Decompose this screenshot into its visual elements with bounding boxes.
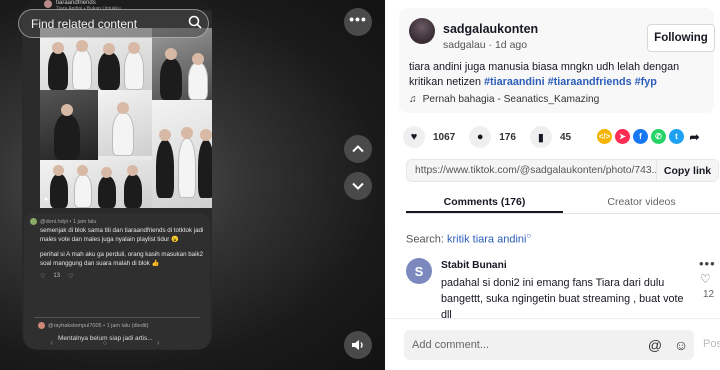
embedded-comment-screenshot: @doni.hdyt • 1 jam lalu semenjak di blok…: [24, 213, 210, 349]
add-comment-placeholder: Add comment...: [412, 339, 490, 351]
embedded-comment-avatar: [30, 218, 37, 225]
link-row: https://www.tiktok.com/@sadgalaukonten/p…: [406, 159, 719, 182]
comment-count: 176: [499, 131, 516, 143]
whatsapp-icon[interactable]: ✆: [651, 129, 666, 144]
embedded-avatar: [44, 0, 52, 8]
photo-collage: ●: [40, 28, 212, 208]
twitter-icon[interactable]: t: [669, 129, 684, 144]
embedded-dislike-icon: ♡: [68, 273, 74, 280]
comment-search-suggestion[interactable]: Search: kritik tiara andini○: [406, 231, 531, 246]
bookmark-icon: ▮: [529, 126, 552, 148]
more-icon: •••: [349, 11, 367, 27]
post-link[interactable]: https://www.tiktok.com/@sadgalaukonten/p…: [407, 165, 656, 176]
previous-post-button[interactable]: [344, 135, 372, 163]
author-meta: sadgalau · 1d ago: [443, 39, 527, 51]
post-caption: tiara andini juga manusia biasa mngkn ud…: [409, 60, 709, 90]
music-title: Pernah bahagia - Seanatics_Kamazing: [422, 94, 600, 105]
commenter-name[interactable]: Stabit Bunani: [441, 260, 507, 271]
copy-link-button[interactable]: Copy link: [656, 160, 718, 181]
share-arrow-icon[interactable]: ➦: [687, 129, 702, 144]
comment-composer: Add comment... @ ☺ Post: [385, 318, 720, 370]
save-button[interactable]: ▮ 45: [529, 126, 572, 148]
tab-comments[interactable]: Comments (176): [406, 190, 563, 213]
save-count: 45: [559, 131, 572, 143]
embedded-nav-bar: ‹ ○ ›: [50, 340, 184, 347]
emoji-icon[interactable]: ☺: [668, 337, 694, 353]
author-handle[interactable]: sadgalau: [443, 39, 486, 51]
search-icon: ○: [526, 231, 532, 240]
person-icon: ●: [44, 196, 49, 203]
more-options-button[interactable]: •••: [344, 8, 372, 36]
heart-icon: ♥: [403, 126, 425, 148]
embedded-comment-text-2: perihal si A mah aku ga perduli, orang k…: [40, 251, 204, 267]
embed-icon[interactable]: </>: [597, 129, 612, 144]
next-post-button[interactable]: [344, 172, 372, 200]
comment-text: padahal si doni2 ini emang fans Tiara da…: [441, 277, 684, 321]
tab-creator-videos[interactable]: Creator videos: [563, 190, 720, 213]
action-bar: ♥ 1067 ● 176 ▮ 45: [403, 126, 585, 148]
embedded-comment-user: @doni.hdyt • 1 jam lalu: [40, 218, 97, 225]
search-icon[interactable]: [182, 15, 208, 32]
add-comment-input[interactable]: Add comment... @ ☺: [404, 330, 694, 360]
share-row: </> ➤ f ✆ t ➦: [597, 129, 702, 144]
tab-bar: Comments (176) Creator videos: [406, 190, 720, 214]
post-comment-button[interactable]: Post: [703, 338, 720, 350]
find-related-search[interactable]: Find related content: [18, 9, 209, 38]
media-viewer: tiaraandfriends Tiara Andini • Bukan Unt…: [0, 0, 385, 370]
comment-like-count: 12: [703, 289, 715, 300]
comment-like-icon[interactable]: ♡: [700, 272, 711, 286]
embedded-like-icon: ♡: [40, 273, 46, 280]
commenter-avatar[interactable]: S: [406, 258, 432, 284]
search-query[interactable]: kritik tiara andini: [447, 234, 526, 246]
post-detail-panel: sadgalaukonten sadgalau · 1d ago Followi…: [385, 0, 720, 370]
hashtag-link[interactable]: #tiaraandini: [484, 76, 545, 88]
volume-button[interactable]: [344, 331, 372, 359]
facebook-icon[interactable]: f: [633, 129, 648, 144]
find-related-placeholder: Find related content: [31, 16, 138, 31]
hashtag-link[interactable]: #fyp: [635, 76, 657, 88]
search-prefix: Search:: [406, 233, 444, 246]
chevron-down-icon: [352, 182, 364, 190]
comment-more-icon[interactable]: •••: [699, 256, 716, 271]
volume-icon: [352, 340, 363, 350]
author-avatar[interactable]: [409, 18, 435, 44]
hashtag-link[interactable]: #tiaraandfriends: [548, 76, 632, 88]
music-link[interactable]: ♫ Pernah bahagia - Seanatics_Kamazing: [409, 94, 599, 105]
send-to-friends-icon[interactable]: ➤: [615, 129, 630, 144]
like-button[interactable]: ♥ 1067: [403, 126, 455, 148]
embedded-reply-user: @rayhakstompul7005 • 1 jam lalu (diedit): [48, 322, 149, 329]
following-button[interactable]: Following: [647, 24, 715, 52]
comment-button[interactable]: ● 176: [469, 126, 516, 148]
music-note-icon: ♫: [409, 94, 417, 105]
mention-icon[interactable]: @: [642, 337, 668, 353]
comment-icon: ●: [469, 126, 492, 148]
like-count: 1067: [433, 131, 456, 143]
post-time: 1d ago: [494, 39, 528, 51]
embedded-reply-avatar: [38, 322, 45, 329]
post-info-card: sadgalaukonten sadgalau · 1d ago Followi…: [399, 8, 715, 113]
embedded-comment-text-1: semenjak di blok sama titi dan tiaraandf…: [40, 227, 204, 243]
embedded-like-count: 13: [53, 273, 61, 279]
author-name[interactable]: sadgalaukonten: [443, 22, 538, 36]
chevron-up-icon: [352, 145, 364, 153]
